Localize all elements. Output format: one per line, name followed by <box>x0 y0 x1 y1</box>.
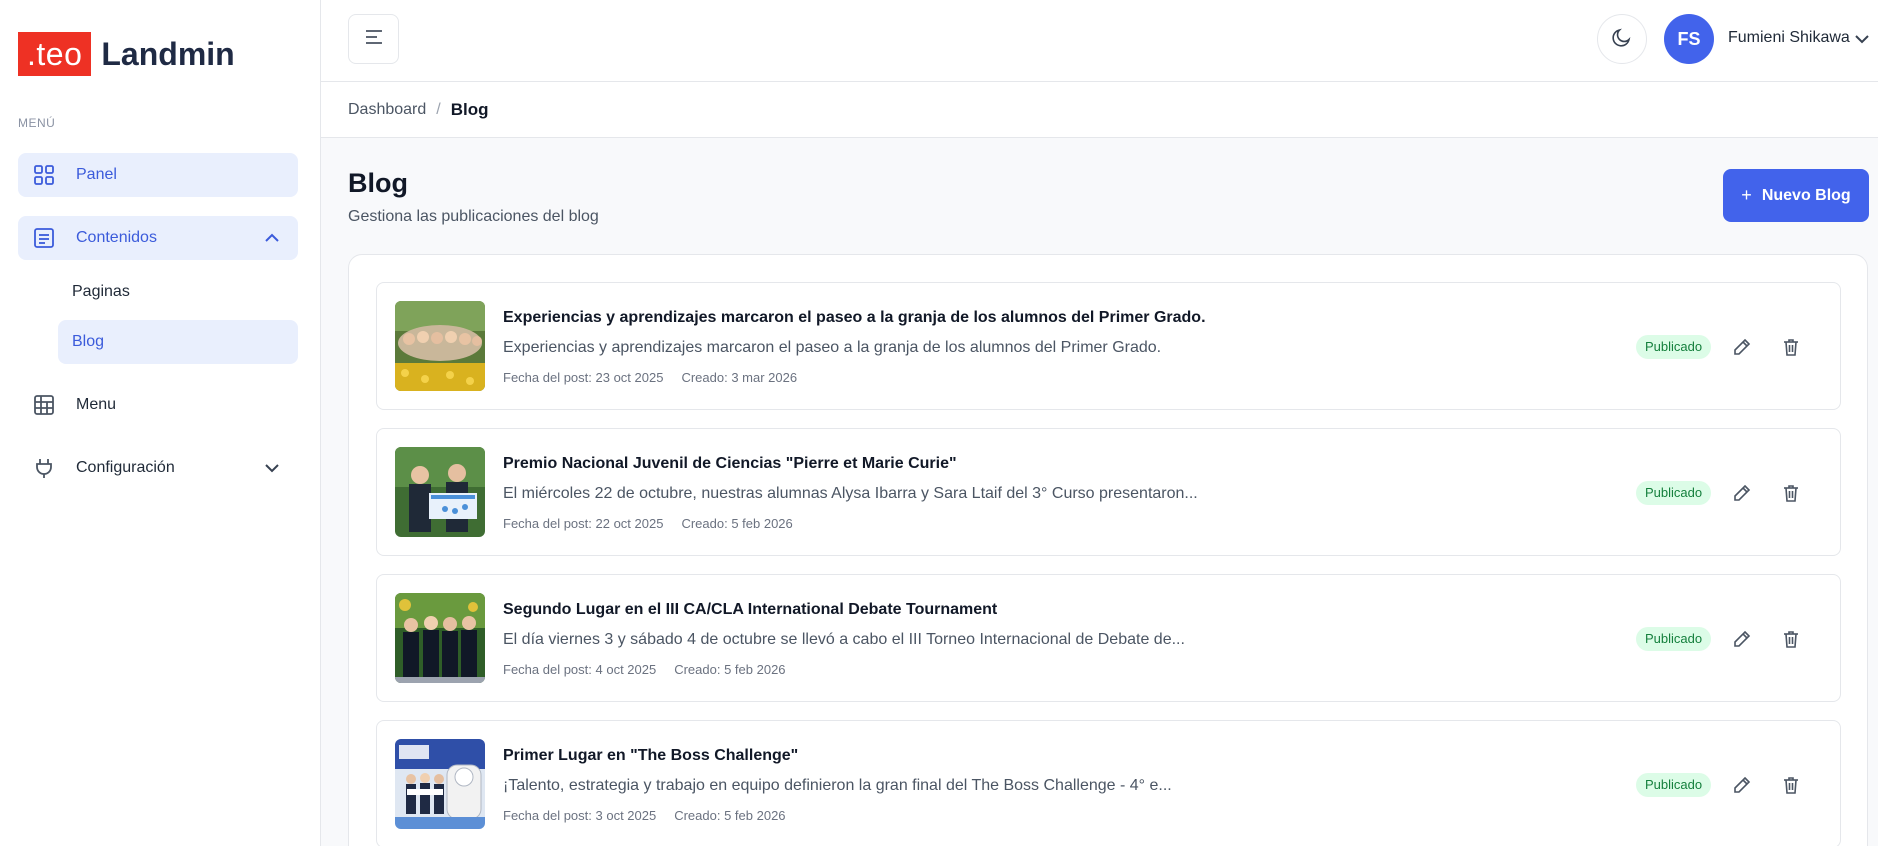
hamburger-icon <box>365 29 383 49</box>
chevron-down-icon[interactable] <box>1853 30 1871 48</box>
post-thumbnail <box>395 739 485 829</box>
post-created: Creado: 5 feb 2026 <box>674 808 786 823</box>
post-title[interactable]: Premio Nacional Juvenil de Ciencias "Pie… <box>503 455 957 473</box>
sidebar-item-contenidos[interactable]: Contenidos <box>18 216 298 260</box>
post-thumbnail <box>395 301 485 391</box>
post-title[interactable]: Segundo Lugar en el III CA/CLA Internati… <box>503 601 997 619</box>
post-excerpt: El miércoles 22 de octubre, nuestras alu… <box>503 485 1198 502</box>
document-icon <box>32 226 56 250</box>
page-title: Blog <box>348 168 408 198</box>
post-title[interactable]: Experiencias y aprendizajes marcaron el … <box>503 309 1206 327</box>
brand-logo[interactable]: .teo Landmin <box>18 32 235 76</box>
post-meta: Fecha del post: 3 oct 2025 Creado: 5 feb … <box>503 808 786 823</box>
post-excerpt: Experiencias y aprendizajes marcaron el … <box>503 339 1162 356</box>
breadcrumb-separator: / <box>436 101 441 118</box>
sidebar-item-configuracion[interactable]: Configuración <box>18 446 298 490</box>
blog-post-row[interactable]: Primer Lugar en "The Boss Challenge" ¡Ta… <box>376 720 1841 846</box>
grid-icon <box>32 163 56 187</box>
edit-icon[interactable] <box>1728 333 1756 361</box>
new-blog-button[interactable]: + Nuevo Blog <box>1723 169 1869 222</box>
breadcrumb-bar: Dashboard / Blog <box>321 82 1878 138</box>
post-thumbnail <box>395 593 485 683</box>
edit-icon[interactable] <box>1728 625 1756 653</box>
post-title[interactable]: Primer Lugar en "The Boss Challenge" <box>503 747 798 765</box>
breadcrumb: Dashboard / Blog <box>348 100 489 120</box>
avatar[interactable]: FS <box>1664 14 1714 64</box>
sidebar-item-label: Panel <box>76 166 117 183</box>
post-created: Creado: 5 feb 2026 <box>674 662 786 677</box>
trash-icon[interactable] <box>1777 771 1805 799</box>
plug-icon <box>32 456 56 480</box>
chevron-down-icon[interactable] <box>262 458 282 478</box>
edit-icon[interactable] <box>1728 771 1756 799</box>
trash-icon[interactable] <box>1777 333 1805 361</box>
breadcrumb-dashboard[interactable]: Dashboard <box>348 101 426 119</box>
moon-icon <box>1611 26 1633 53</box>
sidebar-item-label: Menu <box>76 396 117 413</box>
page-subtitle: Gestiona las publicaciones del blog <box>348 208 599 225</box>
edit-icon[interactable] <box>1728 479 1756 507</box>
post-date: Fecha del post: 22 oct 2025 <box>503 516 664 531</box>
menu-toggle-button[interactable] <box>348 14 399 64</box>
status-badge: Publicado <box>1636 481 1712 505</box>
trash-icon[interactable] <box>1777 479 1805 507</box>
sidebar-item-panel[interactable]: Panel <box>18 153 298 197</box>
menu-section-label: MENÚ <box>18 116 56 130</box>
new-blog-label: Nuevo Blog <box>1761 186 1851 204</box>
chevron-up-icon[interactable] <box>262 228 282 248</box>
status-badge: Publicado <box>1636 627 1712 651</box>
sidebar-item-label: Contenidos <box>76 229 157 246</box>
post-created: Creado: 5 feb 2026 <box>681 516 793 531</box>
brand-badge: .teo <box>18 32 92 76</box>
theme-toggle-button[interactable] <box>1597 14 1647 64</box>
status-badge: Publicado <box>1636 773 1712 797</box>
post-excerpt: El día viernes 3 y sábado 4 de octubre s… <box>503 631 1185 648</box>
post-thumbnail <box>395 447 485 537</box>
sidebar-item-menu[interactable]: Menu <box>18 383 298 427</box>
post-date: Fecha del post: 3 oct 2025 <box>503 808 657 823</box>
post-meta: Fecha del post: 23 oct 2025 Creado: 3 mar… <box>503 370 797 385</box>
post-date: Fecha del post: 4 oct 2025 <box>503 662 657 677</box>
topbar: FS Fumieni Shikawa <box>321 0 1878 82</box>
sidebar: .teo Landmin MENÚ Panel Contenidos Pagin… <box>0 0 321 846</box>
post-date: Fecha del post: 23 oct 2025 <box>503 370 664 385</box>
trash-icon[interactable] <box>1777 625 1805 653</box>
status-badge: Publicado <box>1636 335 1712 359</box>
plus-icon: + <box>1741 185 1752 205</box>
sidebar-subitem-blog[interactable]: Blog <box>58 320 298 364</box>
post-meta: Fecha del post: 4 oct 2025 Creado: 5 feb … <box>503 662 786 677</box>
user-name[interactable]: Fumieni Shikawa <box>1728 29 1850 47</box>
blog-post-row[interactable]: Experiencias y aprendizajes marcaron el … <box>376 282 1841 410</box>
blog-post-row[interactable]: Segundo Lugar en el III CA/CLA Internati… <box>376 574 1841 702</box>
brand-name: Landmin <box>101 35 235 72</box>
blog-post-row[interactable]: Premio Nacional Juvenil de Ciencias "Pie… <box>376 428 1841 556</box>
post-created: Creado: 3 mar 2026 <box>681 370 798 385</box>
sidebar-item-label: Configuración <box>76 459 175 476</box>
post-meta: Fecha del post: 22 oct 2025 Creado: 5 feb… <box>503 516 793 531</box>
sidebar-subitem-paginas[interactable]: Paginas <box>58 270 298 314</box>
breadcrumb-current: Blog <box>450 100 489 119</box>
post-excerpt: ¡Talento, estrategia y trabajo en equipo… <box>503 777 1172 794</box>
table-icon <box>32 393 56 417</box>
